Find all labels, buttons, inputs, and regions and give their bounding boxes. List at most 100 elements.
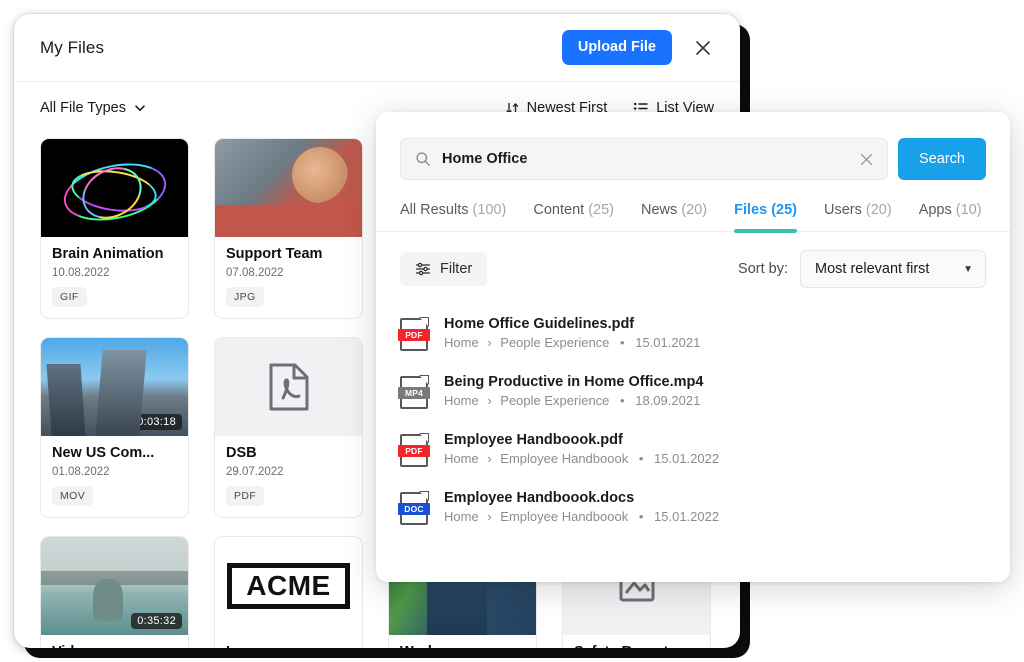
file-card-name: Brain Animation xyxy=(52,246,164,262)
tab-label: Files xyxy=(734,202,768,218)
clear-search-icon[interactable] xyxy=(858,151,875,168)
video-duration-badge: 0:03:18 xyxy=(131,414,182,430)
file-card-name: Work... xyxy=(400,644,525,648)
file-card-name: Vid... xyxy=(52,644,177,648)
chevron-down-icon xyxy=(133,101,147,115)
breadcrumb-root: Home xyxy=(444,393,479,408)
video-duration-badge: 0:35:32 xyxy=(131,613,182,629)
tab-all-results[interactable]: All Results (100) xyxy=(400,202,506,231)
acme-logo: ACME xyxy=(227,563,350,609)
file-thumbnail: ACME xyxy=(215,537,362,635)
caret-down-icon: ▼ xyxy=(963,263,973,275)
breadcrumb-separator-icon: › xyxy=(487,451,492,466)
breadcrumb-root: Home xyxy=(444,509,479,524)
sort-by-select[interactable]: Most relevant first ▼ xyxy=(800,250,986,288)
tab-count: (20) xyxy=(865,202,892,218)
search-result-meta: Home › People Experience • 15.01.2021 xyxy=(444,335,700,350)
file-card[interactable]: Support Team 07.08.2022 JPG xyxy=(214,138,363,319)
search-result-meta: Home › Employee Handboook • 15.01.2022 xyxy=(444,509,719,524)
search-result-meta: Home › Employee Handboook • 15.01.2022 xyxy=(444,451,719,466)
search-result-meta: Home › People Experience • 18.09.2021 xyxy=(444,393,703,408)
tab-users[interactable]: Users (20) xyxy=(824,202,892,231)
search-result-date: 15.01.2022 xyxy=(654,509,720,524)
breadcrumb-folder: People Experience xyxy=(500,393,610,408)
search-panel-top: Home Office Search All Results (100) Con… xyxy=(376,112,1010,233)
file-card-name: Support Team xyxy=(226,246,323,262)
file-card[interactable]: DSB 29.07.2022 PDF xyxy=(214,337,363,518)
file-card-tag: PDF xyxy=(226,486,265,506)
search-results-panel: Home Office Search All Results (100) Con… xyxy=(376,112,1010,582)
page-title: My Files xyxy=(40,37,105,57)
file-card-tag: GIF xyxy=(52,287,87,307)
breadcrumb-folder: People Experience xyxy=(500,335,610,350)
search-input[interactable]: Home Office xyxy=(400,138,889,180)
pdf-file-icon xyxy=(267,362,311,412)
file-card[interactable]: Brain Animation 10.08.2022 GIF xyxy=(40,138,189,319)
search-result-row[interactable]: MP4 Being Productive in Home Office.mp4 … xyxy=(398,364,986,422)
mp4-file-icon: MP4 xyxy=(398,375,430,409)
tab-count: (10) xyxy=(955,202,982,218)
file-type-badge: PDF xyxy=(398,445,430,457)
search-result-row[interactable]: DOC Employee Handboook.docs Home › Emplo… xyxy=(398,480,986,538)
file-thumbnail: 0:35:32 xyxy=(41,537,188,635)
file-card-date: 01.08.2022 xyxy=(52,466,110,478)
search-result-tabs: All Results (100) Content (25) News (20)… xyxy=(376,202,1010,233)
tab-label: Content xyxy=(533,202,585,218)
file-card-name: New US Com... xyxy=(52,445,155,461)
tab-count: (25) xyxy=(588,202,615,218)
search-result-title: Employee Handboook.pdf xyxy=(444,432,623,448)
tab-apps[interactable]: Apps (10) xyxy=(919,202,982,231)
tab-label: Apps xyxy=(918,202,952,218)
tab-files[interactable]: Files (25) xyxy=(734,202,797,233)
tab-label: All Results xyxy=(400,202,469,218)
breadcrumb-separator-icon: › xyxy=(487,335,492,350)
my-files-header: My Files Upload File xyxy=(14,14,740,82)
file-thumbnail: 0:03:18 xyxy=(41,338,188,436)
search-results-list: PDF Home Office Guidelines.pdf Home › Pe… xyxy=(376,288,1010,538)
file-type-badge: MP4 xyxy=(398,387,430,399)
tab-content[interactable]: Content (25) xyxy=(533,202,614,231)
search-input-value[interactable]: Home Office xyxy=(442,151,847,167)
breadcrumb-separator-icon: › xyxy=(487,509,492,524)
file-thumbnail xyxy=(41,139,188,237)
filter-button[interactable]: Filter xyxy=(400,252,488,286)
search-controls-row: Filter Sort by: Most relevant first ▼ xyxy=(376,232,1010,288)
search-result-title: Employee Handboook.docs xyxy=(444,490,635,506)
file-card-tag: JPG xyxy=(226,287,264,307)
search-result-date: 15.01.2021 xyxy=(635,335,701,350)
upload-file-button[interactable]: Upload File xyxy=(561,29,672,66)
close-icon[interactable] xyxy=(688,33,718,63)
file-card-tag: MOV xyxy=(52,486,94,506)
file-card-date: 07.08.2022 xyxy=(226,267,284,279)
meta-separator: • xyxy=(620,335,625,350)
breadcrumb-separator-icon: › xyxy=(487,393,492,408)
pdf-file-icon: PDF xyxy=(398,317,430,351)
pdf-file-icon: PDF xyxy=(398,433,430,467)
meta-separator: • xyxy=(638,509,644,524)
search-icon xyxy=(415,151,431,167)
meta-separator: • xyxy=(638,451,644,466)
search-result-title: Being Productive in Home Office.mp4 xyxy=(444,374,704,390)
search-button[interactable]: Search xyxy=(898,138,986,180)
file-type-badge: PDF xyxy=(398,329,430,341)
all-file-types-dropdown[interactable]: All File Types xyxy=(40,100,147,116)
screenshot-root: My Files Upload File All File Types Newe… xyxy=(0,0,1024,662)
file-card-name: L... xyxy=(226,644,351,648)
meta-separator: • xyxy=(620,393,625,408)
file-card[interactable]: 0:35:32 Vid... xyxy=(40,536,189,648)
file-card[interactable]: 0:03:18 New US Com... 01.08.2022 MOV xyxy=(40,337,189,518)
search-result-row[interactable]: PDF Employee Handboook.pdf Home › Employ… xyxy=(398,422,986,480)
tab-label: News xyxy=(641,202,678,218)
tab-count: (25) xyxy=(771,202,797,218)
search-result-title: Home Office Guidelines.pdf xyxy=(444,316,635,332)
breadcrumb-root: Home xyxy=(444,335,479,350)
search-result-row[interactable]: PDF Home Office Guidelines.pdf Home › Pe… xyxy=(398,306,986,364)
sort-by-label: Sort by: xyxy=(738,261,788,277)
breadcrumb-folder: Employee Handboook xyxy=(500,451,629,466)
filter-label: Filter xyxy=(440,261,473,277)
file-thumbnail xyxy=(215,338,362,436)
file-card-name: Safety Report... xyxy=(574,644,699,648)
tab-news[interactable]: News (20) xyxy=(641,202,707,231)
file-card[interactable]: ACME L... xyxy=(214,536,363,648)
doc-file-icon: DOC xyxy=(398,491,430,525)
